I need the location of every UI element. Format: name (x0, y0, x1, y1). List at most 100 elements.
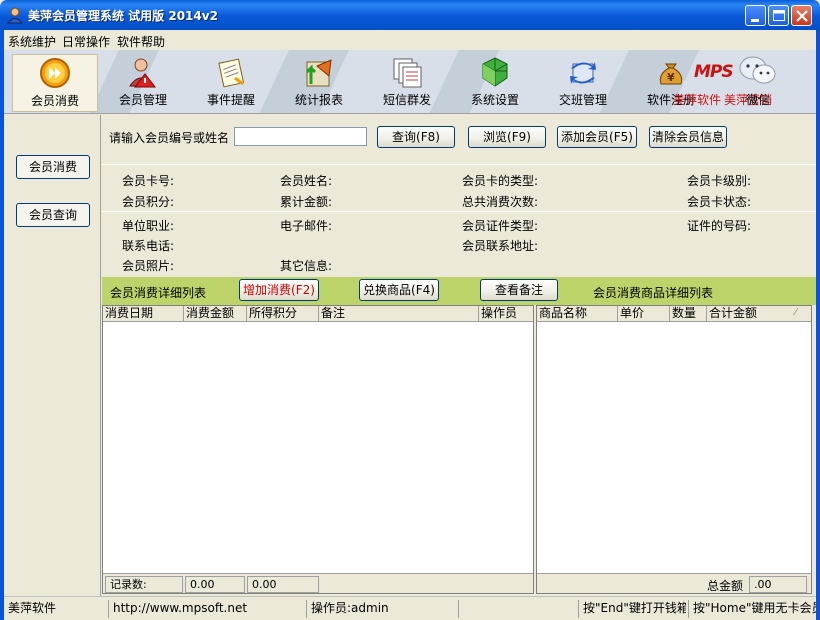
toolbar-event-reminder-button[interactable]: 事件提醒 (188, 54, 274, 112)
consume-detail-grid[interactable]: 消费日期 消费金额 所得积分 备注 操作员 记录数: 0.00 0.00 (102, 305, 534, 594)
mps-brand-logo: MPS (694, 62, 734, 82)
status-url: http://www.mpsoft.net (108, 600, 304, 618)
col-consume-amount[interactable]: 消费金额 (184, 306, 247, 322)
status-company: 美萍软件 (8, 601, 57, 615)
status-hint-end: 按"End"键打开钱箱 (578, 600, 686, 618)
col-unit-price[interactable]: 单价 (618, 306, 670, 322)
minimize-button[interactable] (745, 5, 766, 26)
search-label: 请输入会员编号或姓名 (109, 131, 230, 145)
grid-header: 商品名称 单价 数量 合计金额 ⁄ (537, 306, 811, 322)
toolbar-sms-group-button[interactable]: 短信群发 (364, 54, 450, 112)
toolbar-label: 统计报表 (294, 93, 343, 107)
total-amount-label: 累计金额: (280, 195, 333, 209)
notepad-icon (218, 58, 245, 88)
divider (102, 211, 816, 212)
status-blank (458, 600, 576, 618)
id-type-label: 会员证件类型: (462, 219, 539, 233)
id-no-label: 证件的号码: (687, 219, 752, 233)
card-no-label: 会员卡号: (122, 174, 175, 188)
money-bag-icon: ¥ (659, 63, 683, 85)
status-hint-home: 按"Home"键用无卡会员 (688, 600, 816, 618)
phone-label: 联系电话: (122, 239, 175, 253)
col-earned-points[interactable]: 所得积分 (247, 306, 319, 322)
total-count-label: 总共消费次数: (462, 195, 539, 209)
wechat-icon[interactable] (738, 54, 778, 88)
exchange-arrows-icon (570, 62, 596, 84)
sort-indicator-icon: ⁄ (795, 307, 797, 318)
left-panel: 会员消费 会员查询 (4, 115, 101, 596)
add-consume-button[interactable]: 增加消费(F2) (239, 279, 319, 301)
amount-sum: 0.00 (185, 576, 245, 593)
col-notes[interactable]: 备注 (319, 306, 479, 322)
toolbar-shift-manage-button[interactable]: 交班管理 (540, 54, 626, 112)
maximize-button[interactable] (768, 5, 789, 26)
window-frame-right (816, 30, 820, 620)
sidebar-member-consume-button[interactable]: 会员消费 (16, 155, 90, 179)
grid-header: 消费日期 消费金额 所得积分 备注 操作员 (103, 306, 533, 322)
toolbar-member-consume-button[interactable]: 会员消费 (12, 54, 98, 112)
toolbar-label: 交班管理 (558, 93, 607, 107)
points-sum: 0.00 (247, 576, 319, 593)
col-quantity[interactable]: 数量 (670, 306, 707, 322)
browse-button[interactable]: 浏览(F9) (468, 126, 546, 148)
clear-member-button[interactable]: 清除会员信息 (649, 126, 727, 148)
toolbar-label: 事件提醒 (206, 93, 255, 107)
member-name-label: 会员姓名: (280, 174, 333, 188)
svg-text:¥: ¥ (667, 71, 675, 84)
close-icon (796, 10, 808, 22)
col-operator[interactable]: 操作员 (479, 306, 533, 322)
document-stack-icon (393, 58, 422, 88)
address-label: 会员联系地址: (462, 239, 539, 253)
add-member-button[interactable]: 添加会员(F5) (557, 126, 637, 148)
wechat-label: 微信 (746, 93, 771, 107)
window-title: 美萍会员管理系统 试用版 2014v2 (28, 9, 218, 23)
menu-daily-operations[interactable]: 日常操作 (62, 33, 110, 50)
exchange-goods-button[interactable]: 兑换商品(F4) (359, 279, 439, 301)
job-label: 单位职业: (122, 219, 175, 233)
action-bar: 会员消费详细列表 增加消费(F2) 兑换商品(F4) 查看备注 会员消费商品详细… (102, 277, 816, 305)
main-content: 请输入会员编号或姓名 查询(F8) 浏览(F9) 添加会员(F5) 清除会员信息… (102, 115, 816, 596)
report-arrow-icon (305, 59, 332, 87)
points-label: 会员积分: (122, 195, 175, 209)
goods-detail-grid[interactable]: 商品名称 单价 数量 合计金额 ⁄ 总金额 .00 (536, 305, 812, 594)
warning-user-icon (129, 58, 157, 88)
menu-system-maintenance[interactable]: 系统维护 (8, 33, 56, 50)
meiping-software-link[interactable]: 美萍软件 (673, 91, 721, 108)
toolbar-label: 会员消费 (30, 94, 79, 108)
record-count-label: 记录数: (105, 576, 183, 593)
toolbar: 会员消费 会员管理 事件提醒 统计报表 短信群发 系统设置 交班管理 ¥ 软件注… (4, 50, 816, 114)
total-amount-footer-label: 总金额 (707, 579, 744, 593)
play-circle-icon (40, 58, 70, 88)
member-search-input[interactable] (234, 127, 367, 146)
col-goods-name[interactable]: 商品名称 (537, 306, 618, 322)
status-bar: 美萍软件 http://www.mpsoft.net 操作员:admin 按"E… (4, 596, 816, 620)
close-button[interactable] (791, 5, 812, 26)
status-operator: 操作员:admin (306, 600, 456, 618)
toolbar-member-manage-button[interactable]: 会员管理 (100, 54, 186, 112)
goods-amount-sum: .00 (749, 576, 807, 593)
grid-footer: 总金额 .00 (537, 573, 811, 593)
divider (102, 164, 816, 165)
card-type-label: 会员卡的类型: (462, 174, 539, 188)
toolbar-label: 短信群发 (382, 93, 431, 107)
other-info-label: 其它信息: (280, 259, 333, 273)
col-consume-date[interactable]: 消费日期 (103, 306, 184, 322)
toolbar-system-settings-button[interactable]: 系统设置 (452, 54, 538, 112)
card-level-label: 会员卡级别: (687, 174, 752, 188)
maximize-icon (773, 10, 785, 21)
email-label: 电子邮件: (280, 219, 333, 233)
photo-label: 会员照片: (122, 259, 175, 273)
grid-footer: 记录数: 0.00 0.00 (103, 573, 533, 593)
toolbar-stat-report-button[interactable]: 统计报表 (276, 54, 362, 112)
card-status-label: 会员卡状态: (687, 195, 752, 209)
toolbar-label: 系统设置 (470, 93, 519, 107)
sidebar-member-query-button[interactable]: 会员查询 (16, 203, 90, 227)
menu-software-help[interactable]: 软件帮助 (117, 33, 165, 50)
query-button[interactable]: 查询(F8) (377, 126, 455, 148)
minimize-icon (751, 19, 759, 22)
toolbar-label: 会员管理 (118, 93, 167, 107)
goods-list-title: 会员消费商品详细列表 (593, 286, 714, 300)
green-cubes-icon (482, 57, 508, 87)
view-notes-button[interactable]: 查看备注 (480, 279, 558, 301)
consume-list-title: 会员消费详细列表 (110, 286, 207, 300)
